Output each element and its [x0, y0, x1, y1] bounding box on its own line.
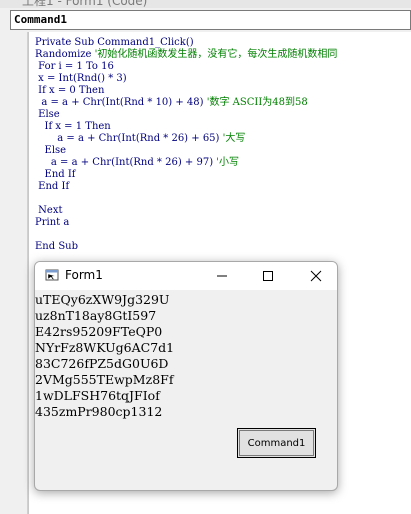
code-text: For i = 1 To 16	[35, 61, 114, 72]
code-line: Private Sub Command1_Click()	[35, 37, 194, 49]
minimize-icon	[217, 275, 227, 277]
code-line: Print a	[35, 217, 69, 229]
code-comment: '数字 ASCII为48到58	[206, 97, 308, 108]
output-line: 1wDLFSH76tqJFIof	[35, 388, 160, 403]
code-text: End Sub	[35, 241, 79, 252]
code-text: End If	[35, 169, 76, 180]
code-line: Next	[35, 205, 63, 217]
command1-button-label: Command1	[247, 437, 306, 449]
code-gutter	[0, 32, 28, 514]
output-line: E42rs95209FTeQP0	[35, 324, 163, 339]
code-text: x = Int(Rnd() * 3)	[35, 73, 127, 84]
code-text: If x = 1 Then	[35, 121, 111, 132]
output-line: 83C726fPZ5dG0U6D	[35, 356, 169, 371]
code-line: Randomize '初始化随机函数发生器，没有它，每次生成随机数相同	[35, 49, 337, 61]
form1-title: Form1	[65, 268, 103, 282]
code-line: a = a + Chr(Int(Rnd * 26) + 97) '小写	[35, 157, 239, 169]
form1-window: Form1 uTEQy6zXW9Jg329U uz8nT18ay8GtI597 E4…	[34, 261, 338, 491]
maximize-icon	[263, 271, 273, 281]
code-text: Print a	[35, 217, 70, 228]
code-comment: '大写	[222, 133, 246, 144]
command1-button[interactable]: Command1	[237, 428, 316, 458]
code-line: x = Int(Rnd() * 3)	[35, 73, 127, 85]
close-icon	[310, 270, 322, 282]
close-button[interactable]	[293, 262, 337, 290]
code-line: a = a + Chr(Int(Rnd * 26) + 65) '大写	[35, 133, 245, 145]
code-text: Private Sub Command1_Click()	[35, 37, 194, 48]
output-line: 435zmPr980cp1312	[35, 404, 163, 419]
code-text: If x = 0 Then	[35, 85, 105, 96]
code-text: Else	[35, 145, 67, 156]
code-line: For i = 1 To 16	[35, 61, 114, 73]
form-icon	[45, 269, 59, 281]
code-text: Randomize	[35, 49, 95, 60]
minimize-button[interactable]	[199, 262, 245, 290]
code-line: Else	[35, 109, 60, 121]
window-title-bar: 工程1 - Form1 (Code)	[0, 0, 411, 8]
code-text: Else	[35, 109, 60, 120]
object-combo[interactable]: Command1	[10, 10, 411, 30]
output-line: uz8nT18ay8GtI597	[35, 308, 157, 323]
code-comment: '小写	[216, 157, 240, 168]
maximize-button[interactable]	[245, 262, 291, 290]
code-line: If x = 0 Then	[35, 85, 104, 97]
output-line: NYrFz8WKUg6AC7d1	[35, 340, 175, 355]
code-line: End If	[35, 169, 76, 181]
output-line: 2VMg555TEwpMz8Ff	[35, 372, 174, 387]
code-line: Else	[35, 145, 67, 157]
code-text: a = a + Chr(Int(Rnd * 10) + 48)	[35, 97, 207, 108]
form1-title-bar[interactable]: Form1	[35, 262, 337, 290]
code-text: End If	[35, 181, 70, 192]
code-text: Next	[35, 205, 63, 216]
code-line: End If	[35, 181, 69, 193]
object-combo-value: Command1	[14, 13, 67, 26]
code-line: End Sub	[35, 241, 78, 253]
code-text: a = a + Chr(Int(Rnd * 26) + 65)	[35, 133, 223, 144]
code-line: If x = 1 Then	[35, 121, 111, 133]
window-title: 工程1 - Form1 (Code)	[22, 0, 148, 8]
code-comment: '初始化随机函数发生器，没有它，每次生成随机数相同	[94, 49, 338, 60]
output-line: uTEQy6zXW9Jg329U	[35, 292, 170, 307]
code-text: a = a + Chr(Int(Rnd * 26) + 97)	[35, 157, 217, 168]
code-line: a = a + Chr(Int(Rnd * 10) + 48) '数字 ASCI…	[35, 97, 308, 109]
